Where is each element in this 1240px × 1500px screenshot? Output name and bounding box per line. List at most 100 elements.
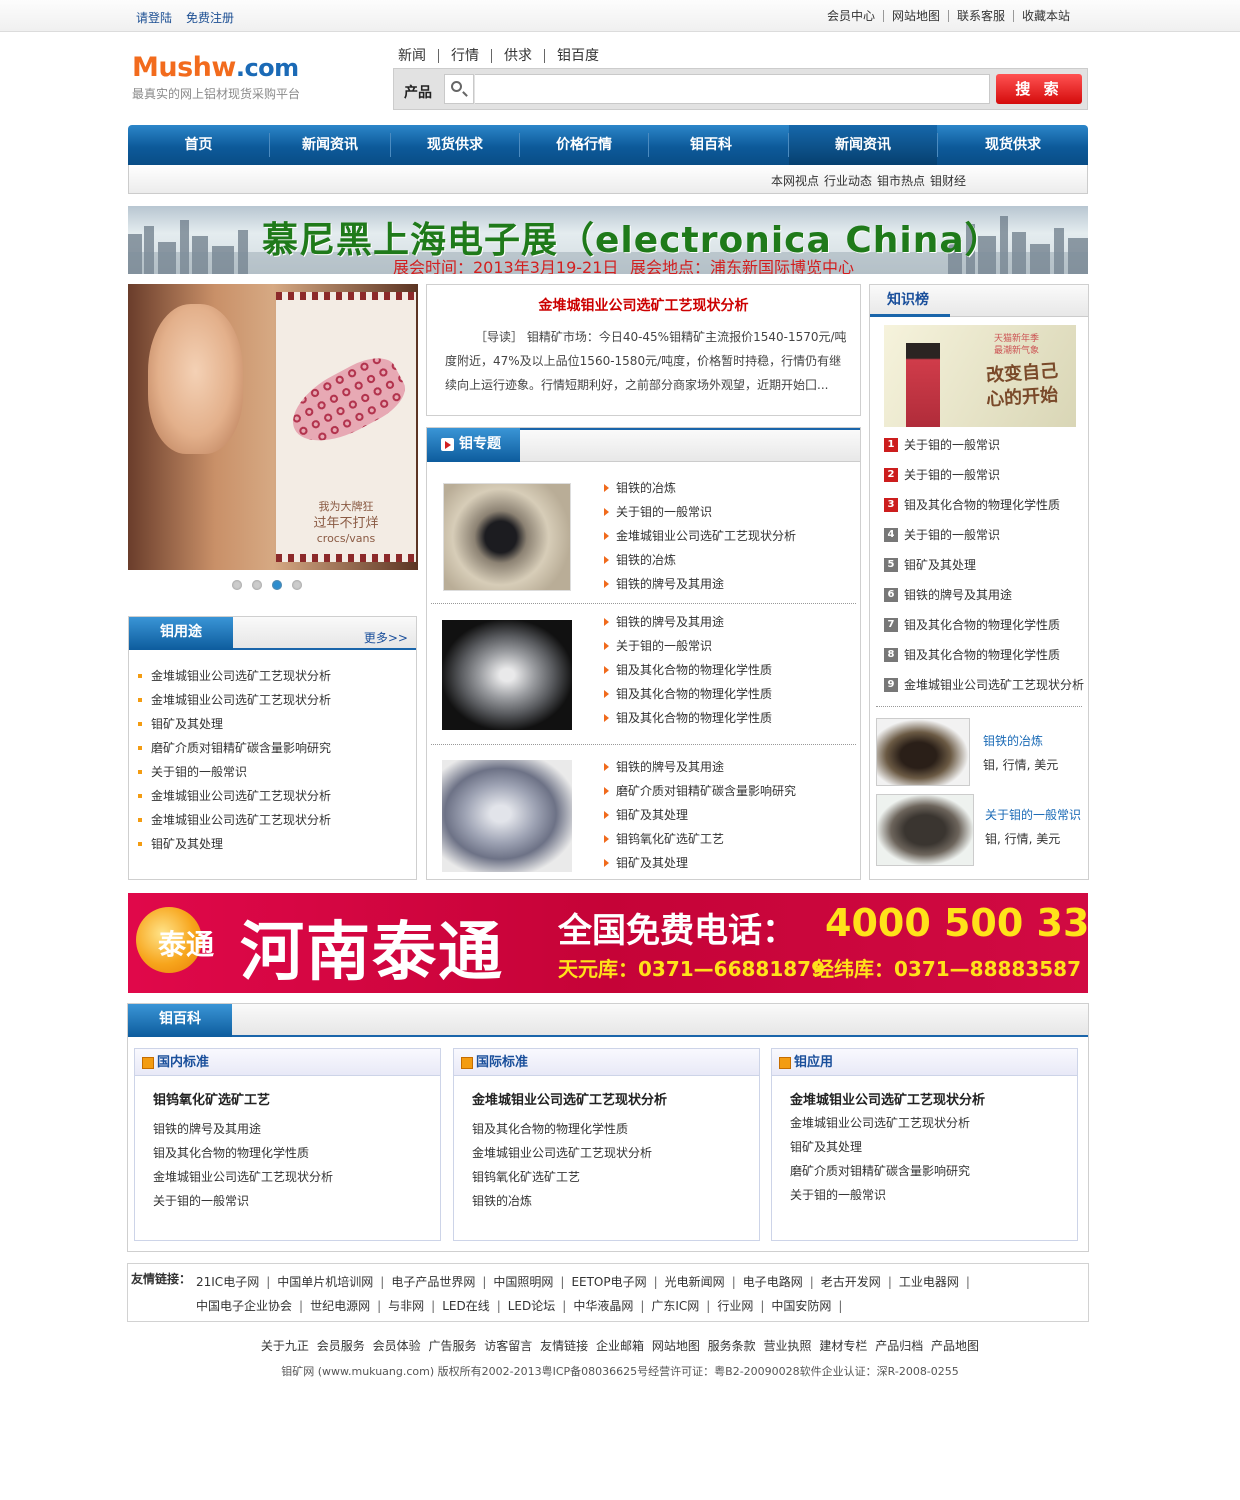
friend-link[interactable]: 中国单片机培训网 bbox=[277, 1270, 384, 1294]
friend-link[interactable]: 老古开发网 bbox=[821, 1270, 892, 1294]
friend-link[interactable]: 与非网 bbox=[388, 1294, 435, 1318]
list-item[interactable]: 关于钼的一般常识 bbox=[153, 1189, 333, 1213]
list-item[interactable]: 钼矿及其处理 bbox=[602, 803, 796, 827]
register-link[interactable]: 免费注册 bbox=[186, 11, 234, 25]
list-item[interactable]: 磨矿介质对钼精矿碳含量影响研究 bbox=[790, 1159, 970, 1183]
rank-item[interactable]: 5 钼矿及其处理 bbox=[884, 550, 1084, 580]
list-item[interactable]: 钼钨氧化矿选矿工艺 bbox=[602, 827, 796, 851]
list-item[interactable]: 金堆城钼业公司选矿工艺现状分析 bbox=[602, 524, 796, 548]
more-link[interactable]: 更多>> bbox=[364, 629, 408, 646]
friend-link[interactable]: 光电新闻网 bbox=[665, 1270, 736, 1294]
list-item[interactable]: 钼钨氧化矿选矿工艺 bbox=[472, 1165, 652, 1189]
mineral-thumb[interactable] bbox=[876, 794, 974, 866]
search-tab-market[interactable]: 行情 bbox=[438, 49, 491, 63]
nav-home[interactable]: 首页 bbox=[128, 125, 269, 165]
footer-link[interactable]: 营业执照 bbox=[764, 1339, 812, 1353]
friend-link[interactable]: 行业网 bbox=[717, 1294, 764, 1318]
uses-tab[interactable]: 钼用途 bbox=[129, 617, 233, 650]
rank-item[interactable]: 3 钼及其化合物的物理化学性质 bbox=[884, 490, 1084, 520]
friend-link[interactable]: EETOP电子网 bbox=[571, 1270, 657, 1294]
friend-link[interactable]: 中国安防网 bbox=[771, 1294, 842, 1318]
encyclopedia-tab[interactable]: 钼百科 bbox=[128, 1004, 232, 1037]
list-item[interactable]: 钼矿及其处理 bbox=[790, 1135, 970, 1159]
footer-link[interactable]: 友情链接 bbox=[540, 1339, 588, 1353]
slide-dot-active[interactable] bbox=[272, 580, 282, 590]
rank-item[interactable]: 8 钼及其化合物的物理化学性质 bbox=[884, 640, 1084, 670]
headline-title[interactable]: 金堆城钼业公司选矿工艺现状分析 bbox=[427, 295, 860, 315]
search-category[interactable]: 产品 bbox=[404, 82, 432, 102]
subnav-item[interactable]: 钼市热点 bbox=[877, 174, 925, 188]
footer-link[interactable]: 访客留言 bbox=[484, 1339, 532, 1353]
list-item[interactable]: 金堆城钼业公司选矿工艺现状分析 bbox=[129, 808, 331, 832]
list-item[interactable]: 钼铁的牌号及其用途 bbox=[153, 1117, 333, 1141]
list-item[interactable]: 金堆城钼业公司选矿工艺现状分析 bbox=[790, 1111, 970, 1135]
list-item[interactable]: 磨矿介质对钼精矿碳含量影响研究 bbox=[129, 736, 331, 760]
search-tab-news[interactable]: 新闻 bbox=[398, 49, 438, 63]
friend-link[interactable]: 电子产品世界网 bbox=[391, 1270, 486, 1294]
list-item[interactable]: 钼铁的冶炼 bbox=[602, 476, 796, 500]
friend-link[interactable]: 工业电器网 bbox=[899, 1270, 970, 1294]
friend-link[interactable]: 电子电路网 bbox=[743, 1270, 814, 1294]
footer-link[interactable]: 关于九正 bbox=[261, 1339, 309, 1353]
friend-link[interactable]: LED在线 bbox=[442, 1294, 501, 1318]
list-item[interactable]: 钼及其化合物的物理化学性质 bbox=[602, 682, 772, 706]
list-item[interactable]: 钼矿及其处理 bbox=[602, 851, 796, 875]
slide-dot[interactable] bbox=[292, 580, 302, 590]
rank-tab[interactable]: 知识榜 bbox=[870, 285, 950, 317]
slide-dot[interactable] bbox=[252, 580, 262, 590]
list-item[interactable]: 钼及其化合物的物理化学性质 bbox=[602, 706, 772, 730]
contact-link[interactable]: 联系客服 bbox=[947, 10, 1013, 22]
box-top-link[interactable]: 金堆城钼业公司选矿工艺现状分析 bbox=[790, 1089, 985, 1108]
nav-supply[interactable]: 现货供求 bbox=[391, 125, 519, 165]
list-item[interactable]: 钼铁的牌号及其用途 bbox=[602, 610, 772, 634]
list-item[interactable]: 磨矿介质对钼精矿碳含量影响研究 bbox=[602, 779, 796, 803]
search-tab-baidu[interactable]: 钼百度 bbox=[544, 49, 611, 63]
search-button[interactable]: 搜 索 bbox=[996, 74, 1082, 104]
nav-encyclopedia[interactable]: 钼百科 bbox=[649, 125, 773, 165]
footer-link[interactable]: 企业邮箱 bbox=[596, 1339, 644, 1353]
box-top-link[interactable]: 钼钨氧化矿选矿工艺 bbox=[153, 1089, 270, 1108]
slideshow[interactable]: 我为大牌狂 过年不打烊 crocs/vans bbox=[128, 284, 418, 570]
friend-link[interactable]: LED论坛 bbox=[508, 1294, 567, 1318]
nav-price[interactable]: 价格行情 bbox=[520, 125, 648, 165]
thumb-title[interactable]: 钼铁的冶炼 bbox=[983, 732, 1043, 749]
taitong-banner[interactable]: 泰通 河南泰通 全国免费电话： 4000 500 337 天元库：0371—66… bbox=[128, 893, 1088, 993]
footer-link[interactable]: 产品地图 bbox=[931, 1339, 979, 1353]
subnav-item[interactable]: 本网视点 bbox=[771, 174, 819, 188]
list-item[interactable]: 钼铁的牌号及其用途 bbox=[602, 572, 796, 596]
ad-image[interactable]: 天猫新年季 最潮新气象 改变自己 心的开始 bbox=[884, 325, 1076, 427]
list-item[interactable]: 关于钼的一般常识 bbox=[602, 500, 796, 524]
friend-link[interactable]: 21IC电子网 bbox=[196, 1270, 270, 1294]
member-center-link[interactable]: 会员中心 bbox=[819, 10, 883, 22]
list-item[interactable]: 钼及其化合物的物理化学性质 bbox=[602, 658, 772, 682]
friend-link[interactable]: 中华液晶网 bbox=[573, 1294, 644, 1318]
rank-item[interactable]: 2 关于钼的一般常识 bbox=[884, 460, 1084, 490]
list-item[interactable]: 钼及其化合物的物理化学性质 bbox=[153, 1141, 333, 1165]
list-item[interactable]: 关于钼的一般常识 bbox=[790, 1183, 970, 1207]
sitemap-link[interactable]: 网站地图 bbox=[882, 10, 948, 22]
expo-banner[interactable]: 慕尼黑上海电子展（electronica China） 展会时间：2013年3月… bbox=[128, 206, 1088, 274]
footer-link[interactable]: 产品归档 bbox=[875, 1339, 923, 1353]
subnav-item[interactable]: 行业动态 bbox=[824, 174, 872, 188]
topic-tab[interactable]: 钼专题 bbox=[427, 428, 520, 462]
thumb-title[interactable]: 关于钼的一般常识 bbox=[985, 806, 1081, 823]
footer-link[interactable]: 会员服务 bbox=[317, 1339, 365, 1353]
friend-link[interactable]: 世纪电源网 bbox=[310, 1294, 381, 1318]
rank-item[interactable]: 6 钼铁的牌号及其用途 bbox=[884, 580, 1084, 610]
list-item[interactable]: 钼铁的牌号及其用途 bbox=[602, 755, 796, 779]
mineral-thumb[interactable] bbox=[876, 718, 970, 786]
mineral-image[interactable] bbox=[442, 620, 572, 730]
search-tab-supply[interactable]: 供求 bbox=[491, 49, 544, 63]
box-top-link[interactable]: 金堆城钼业公司选矿工艺现状分析 bbox=[472, 1089, 667, 1108]
rank-item[interactable]: 7 钼及其化合物的物理化学性质 bbox=[884, 610, 1084, 640]
footer-link[interactable]: 网站地图 bbox=[652, 1339, 700, 1353]
list-item[interactable]: 钼及其化合物的物理化学性质 bbox=[472, 1117, 652, 1141]
footer-link[interactable]: 广告服务 bbox=[428, 1339, 476, 1353]
bookmark-link[interactable]: 收藏本站 bbox=[1012, 10, 1078, 22]
mineral-image[interactable] bbox=[442, 760, 572, 872]
list-item[interactable]: 关于钼的一般常识 bbox=[602, 634, 772, 658]
friend-link[interactable]: 广东IC网 bbox=[651, 1294, 710, 1318]
rank-item[interactable]: 1 关于钼的一般常识 bbox=[884, 430, 1084, 460]
list-item[interactable]: 金堆城钼业公司选矿工艺现状分析 bbox=[472, 1141, 652, 1165]
slide-dot[interactable] bbox=[232, 580, 242, 590]
